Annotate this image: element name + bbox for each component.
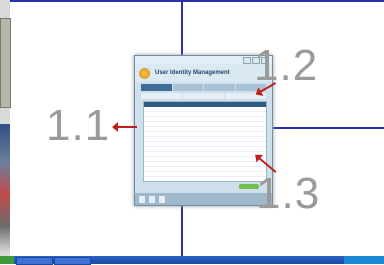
window-minimize-icon[interactable] xyxy=(243,57,251,64)
footer-button-1[interactable] xyxy=(139,195,145,203)
dialog-footer xyxy=(135,193,272,205)
tab-3[interactable] xyxy=(204,84,235,91)
arrow-1-1 xyxy=(112,122,137,132)
start-button-icon[interactable] xyxy=(0,256,14,264)
callout-1-2: 1.2 xyxy=(254,41,319,90)
footer-button-3[interactable] xyxy=(159,195,165,203)
thumbnail-window-bottom xyxy=(0,124,10,252)
dialog-header: User Identity Management xyxy=(135,64,272,82)
subtab-2[interactable] xyxy=(183,93,224,99)
footer-button-2[interactable] xyxy=(149,195,155,203)
details-table xyxy=(143,101,267,182)
dialog-titlebar xyxy=(135,56,272,64)
taskbar xyxy=(0,256,384,265)
status-row xyxy=(143,183,265,190)
user-identity-dialog: User Identity Management xyxy=(134,55,273,206)
logo-icon xyxy=(139,67,150,79)
subtab-bar xyxy=(141,93,266,99)
tab-2[interactable] xyxy=(172,84,203,91)
dialog-heading: User Identity Management xyxy=(155,70,230,76)
table-row[interactable] xyxy=(144,177,266,181)
thumbnail-window-top xyxy=(0,18,11,108)
callout-1-1: 1.1 xyxy=(46,101,111,150)
tab-1[interactable] xyxy=(141,84,172,91)
callout-1-3: 1.3 xyxy=(256,169,321,218)
subtab-1[interactable] xyxy=(141,93,182,99)
guide-line-top xyxy=(10,0,384,2)
tab-bar xyxy=(141,84,266,91)
system-tray xyxy=(344,256,384,264)
